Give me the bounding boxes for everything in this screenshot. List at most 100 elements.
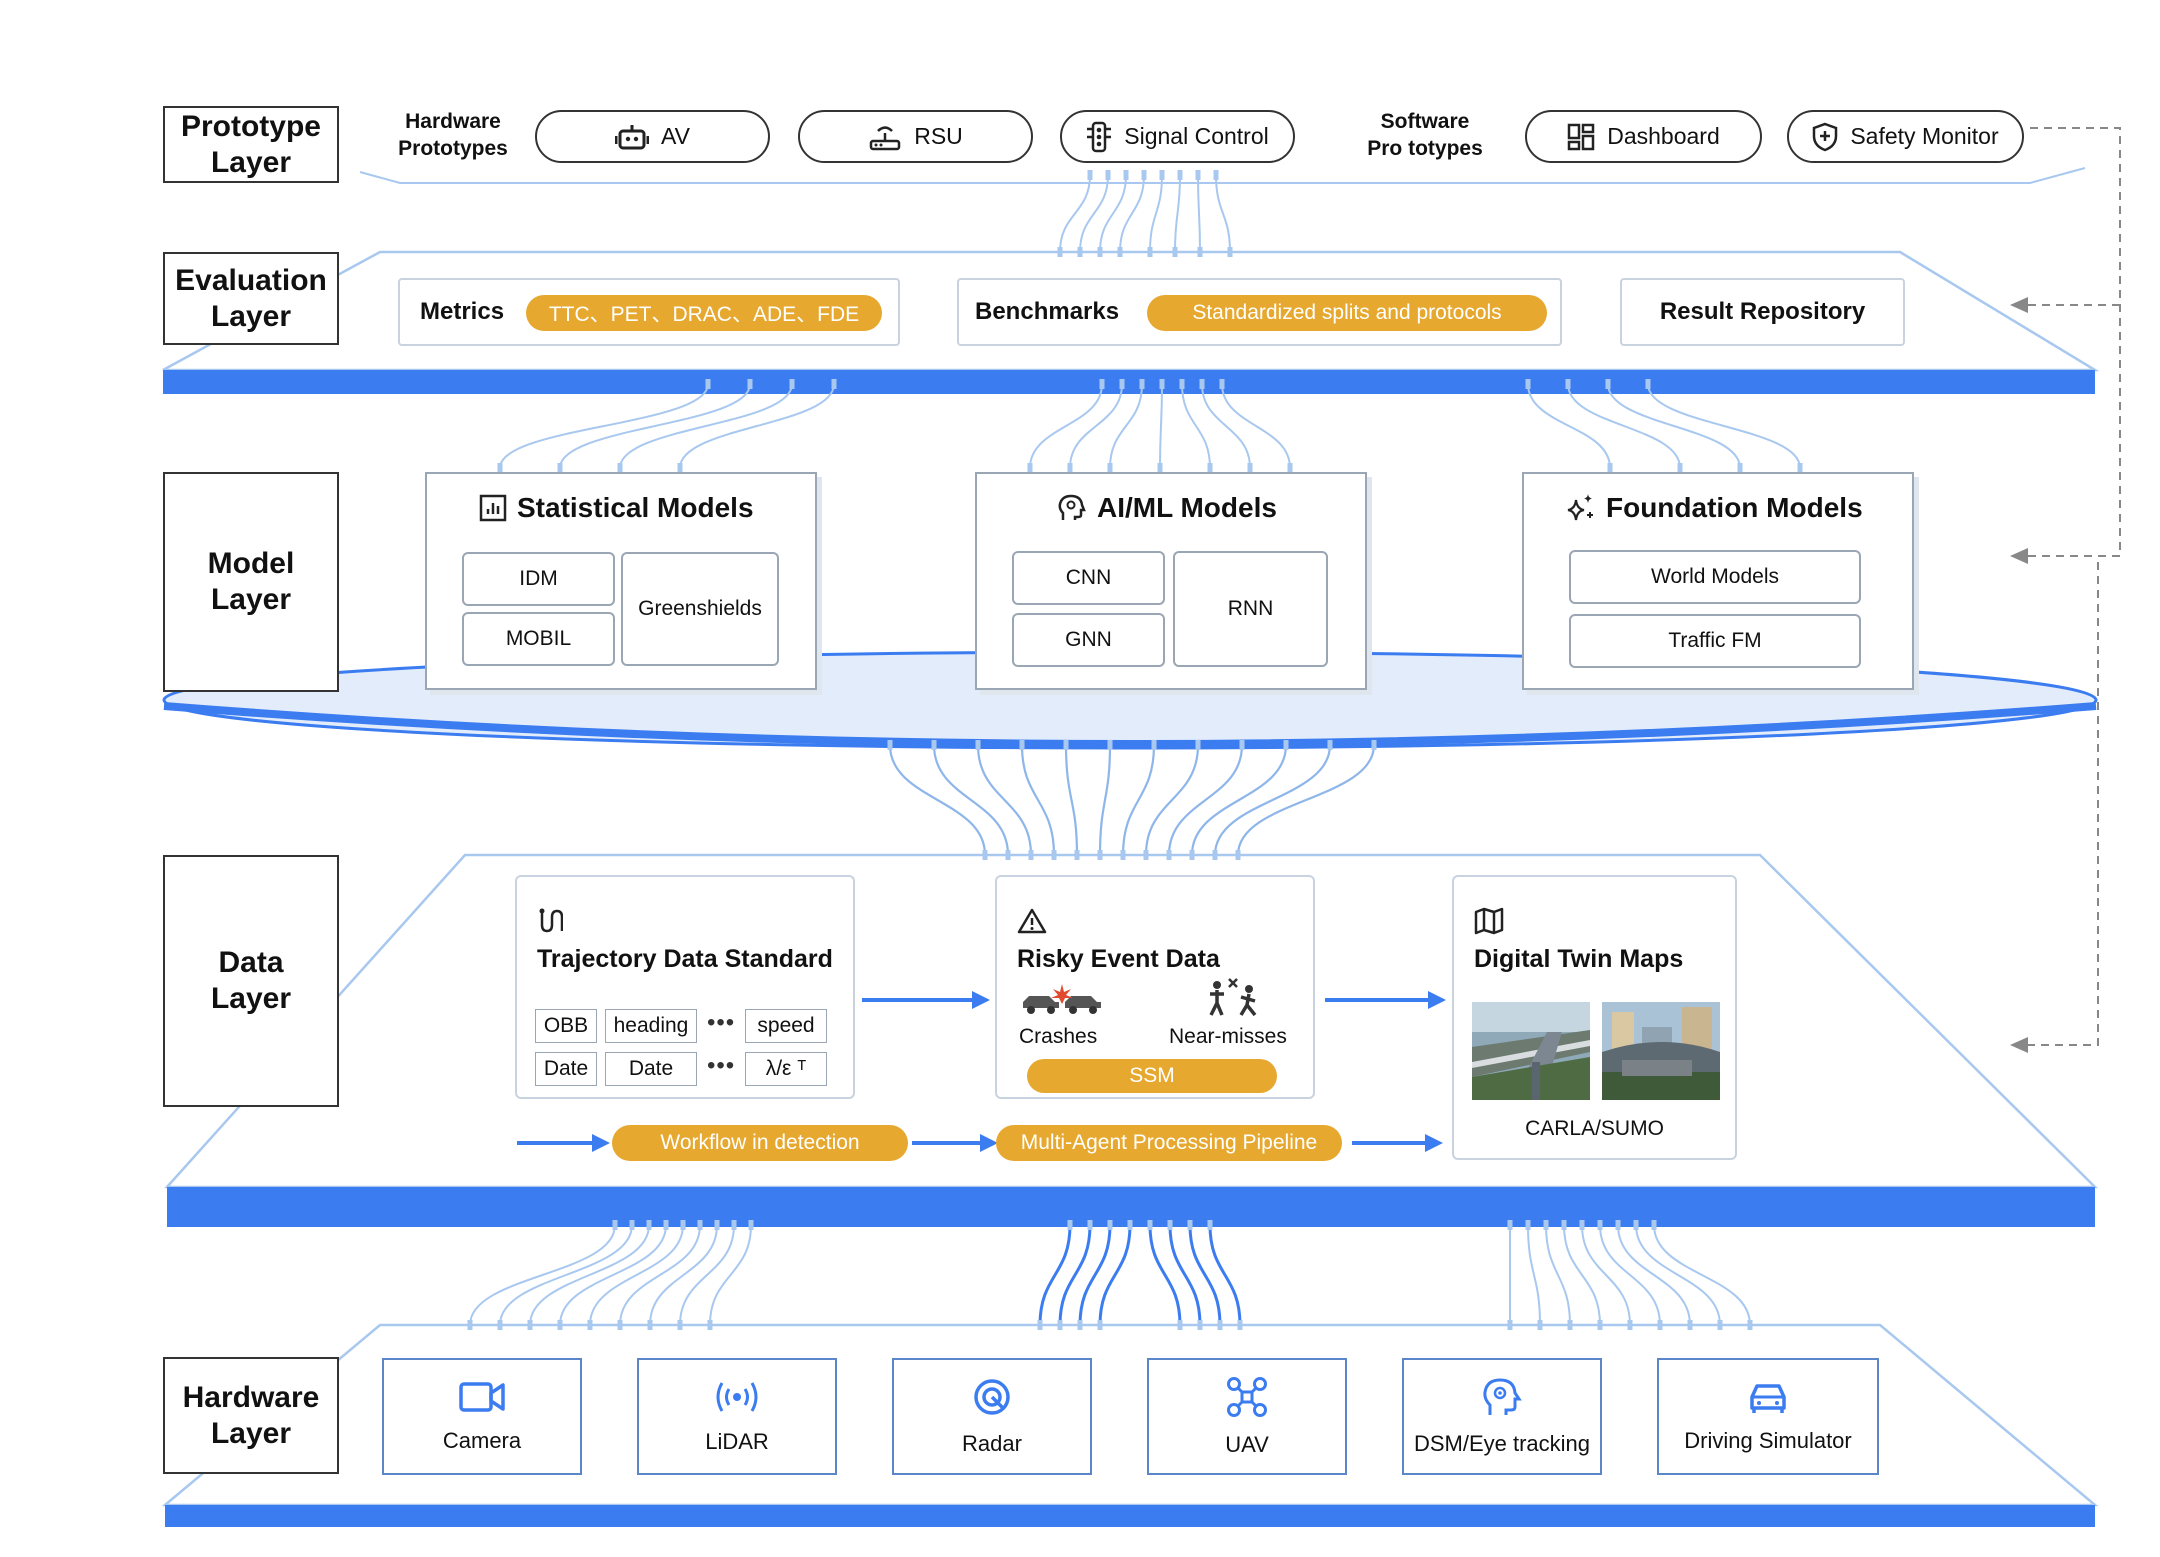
benchmarks-value-badge: Standardized splits and protocols [1147, 295, 1547, 331]
rnn-model[interactable]: RNN [1173, 551, 1328, 667]
mobil-model[interactable]: MOBIL [462, 612, 615, 666]
trajectory-data-card[interactable]: Trajectory Data Standard OBB heading •••… [515, 875, 855, 1099]
connector-node [1159, 379, 1165, 389]
greenshields-model[interactable]: Greenshields [621, 552, 779, 666]
model-layer-label: Model Layer [163, 472, 339, 692]
connector-node [1097, 1320, 1103, 1330]
connector-node [789, 379, 795, 389]
dashboard-prototype-pill[interactable]: Dashboard [1525, 110, 1762, 163]
connector-node [1189, 850, 1195, 860]
data-hw-left [467, 1220, 754, 1330]
traffic-fm-item[interactable]: Traffic FM [1569, 614, 1861, 668]
sparkles-icon [1567, 494, 1593, 521]
connector-node [887, 740, 893, 750]
connector-node [1197, 1320, 1203, 1330]
connector-node [1037, 1320, 1043, 1330]
ssm-badge: SSM [1027, 1059, 1277, 1093]
row2-ellipsis: ••• [707, 1052, 736, 1079]
connector-line [499, 383, 709, 469]
connector-line [1215, 174, 1231, 253]
connector-node [646, 1220, 652, 1230]
connector-node [1097, 850, 1103, 860]
driving-simulator-label: Driving Simulator [1684, 1427, 1852, 1453]
world-models-item[interactable]: World Models [1569, 550, 1861, 604]
uav-device[interactable]: UAV [1147, 1358, 1347, 1475]
connector-node [747, 379, 753, 389]
driving-simulator-device[interactable]: Driving Simulator [1657, 1358, 1879, 1475]
metrics-value-badge: TTC、PET、DRAC、ADE、FDE [526, 295, 882, 331]
lambda-epsilon-field: λ/ε ᵀ [745, 1052, 827, 1086]
connector-node [1543, 1220, 1549, 1230]
connector-node [1371, 740, 1377, 750]
statistical-models-box[interactable]: Statistical Models IDM MOBIL Greenshield… [425, 472, 817, 690]
prototype-platform [359, 167, 2086, 184]
connector-node [1212, 850, 1218, 860]
dsm-eye-tracking-device[interactable]: DSM/Eye tracking [1402, 1358, 1602, 1475]
drone-icon [1227, 1376, 1267, 1417]
connector-node [557, 1320, 563, 1330]
map-icon [1474, 907, 1504, 935]
connector-node [1099, 379, 1105, 389]
av-prototype-pill[interactable]: AV [535, 110, 770, 163]
eye-tracking-icon [1483, 1377, 1522, 1415]
connector-line [529, 1224, 650, 1326]
connector-line [1545, 1224, 1571, 1326]
radar-device[interactable]: Radar [892, 1358, 1092, 1475]
risky-event-title: Risky Event Data [1017, 945, 1220, 973]
connector-line [1221, 383, 1291, 469]
connector-node [629, 1220, 635, 1230]
safety-monitor-prototype-pill[interactable]: Safety Monitor [1787, 110, 2024, 163]
connector-node [1605, 379, 1611, 389]
connector-line [619, 383, 793, 469]
obb-field: OBB [535, 1009, 597, 1043]
connector-line [559, 1224, 667, 1326]
connector-node [1187, 1220, 1193, 1230]
shield-icon [1813, 122, 1838, 151]
benchmarks-card[interactable]: Benchmarks Standardized splits and proto… [957, 278, 1562, 346]
data-hw-mid [1037, 1220, 1243, 1330]
feedback-arrowheads [2010, 297, 2028, 1053]
signal-control-prototype-pill[interactable]: Signal Control [1060, 110, 1295, 163]
dashboard-label: Dashboard [1607, 123, 1720, 149]
idm-model[interactable]: IDM [462, 552, 615, 606]
aiml-models-box[interactable]: AI/ML Models CNN GNN RNN [975, 472, 1367, 690]
data-layer-label: Data Layer [163, 855, 339, 1107]
connector-node [1074, 850, 1080, 860]
connector-line [1059, 174, 1091, 253]
connector-node [1166, 850, 1172, 860]
rsu-prototype-pill[interactable]: RSU [798, 110, 1033, 163]
connector-line [1607, 383, 1741, 469]
connector-node [1057, 1320, 1063, 1330]
connector-node [1283, 740, 1289, 750]
cnn-model[interactable]: CNN [1012, 551, 1165, 605]
result-repository-card[interactable]: Result Repository [1620, 278, 1905, 346]
connector-node [748, 1220, 754, 1230]
hardware-prototypes-title: Hardware Prototypes [398, 110, 508, 160]
digital-twin-card[interactable]: Digital Twin Maps CARLA/SUMO [1452, 875, 1737, 1160]
camera-device[interactable]: Camera [382, 1358, 582, 1475]
connector-node [1177, 1320, 1183, 1330]
connector-line [709, 1224, 752, 1326]
connector-node [1597, 1220, 1603, 1230]
model-data-bundle [887, 740, 1377, 860]
connector-node [1077, 1320, 1083, 1330]
connector-node [1057, 247, 1063, 257]
router-icon [869, 125, 901, 150]
metrics-card[interactable]: Metrics TTC、PET、DRAC、ADE、FDE [398, 278, 900, 346]
connector-node [1561, 1220, 1567, 1230]
connector-node [1217, 1320, 1223, 1330]
foundation-models-box[interactable]: Foundation Models World Models Traffic F… [1522, 472, 1914, 690]
lidar-device[interactable]: LiDAR [637, 1358, 837, 1475]
connector-node [1213, 170, 1219, 180]
connector-line [1197, 174, 1201, 253]
gnn-model[interactable]: GNN [1012, 613, 1165, 667]
connector-node [1139, 379, 1145, 389]
connector-node [647, 1320, 653, 1330]
connector-node [1005, 850, 1011, 860]
connector-line [1029, 383, 1103, 469]
connector-line [1020, 744, 1056, 856]
signal-control-label: Signal Control [1124, 123, 1269, 149]
connector-line [1653, 1224, 1751, 1326]
connector-node [1239, 740, 1245, 750]
risky-event-card[interactable]: Risky Event Data Crashes Near-misses SSM [995, 875, 1315, 1099]
